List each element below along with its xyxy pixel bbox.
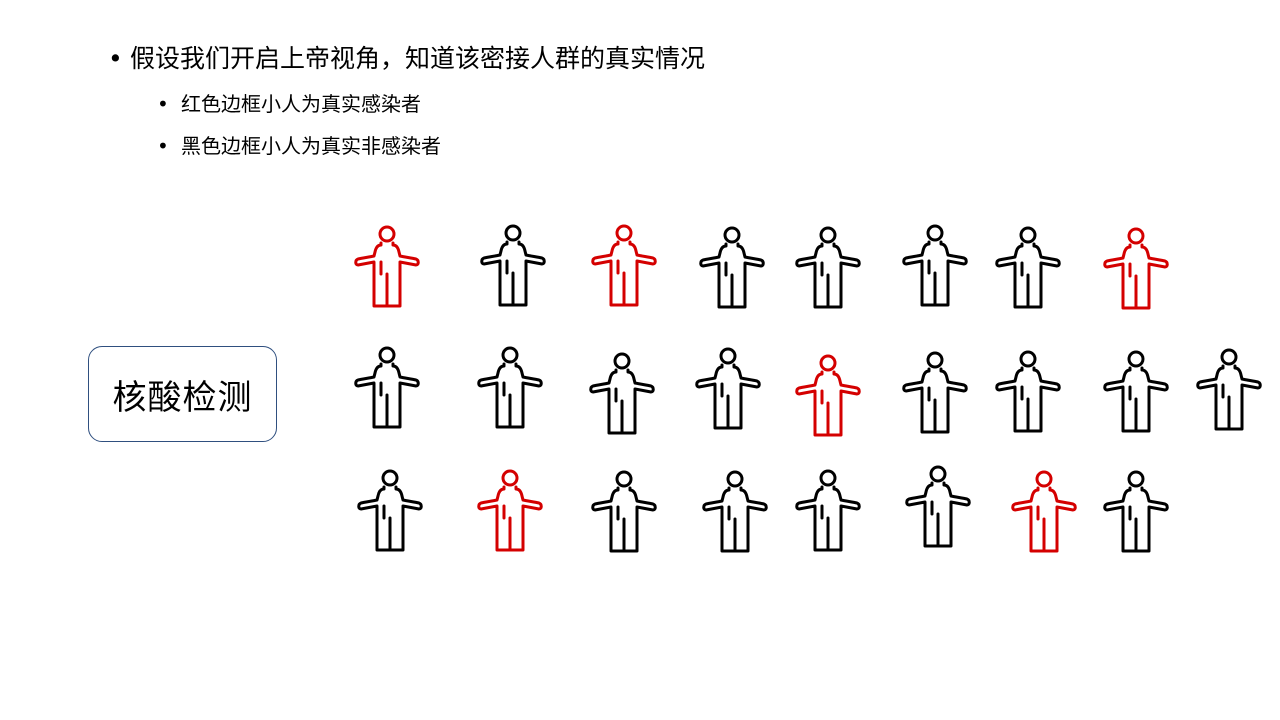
person-head [613, 352, 631, 370]
person-legs [930, 500, 940, 548]
person-icon-non-infected [1103, 350, 1169, 433]
person-head [615, 224, 633, 242]
person-head [819, 469, 837, 487]
person-legs [1128, 385, 1138, 433]
person-legs [820, 389, 830, 437]
person-legs [927, 386, 937, 434]
person-head [1035, 470, 1053, 488]
person-icon-infected [477, 469, 543, 552]
person-head [819, 226, 837, 244]
person-head [1019, 226, 1037, 244]
person-legs [927, 259, 937, 307]
person-icon-infected [354, 225, 420, 308]
person-legs [1128, 505, 1138, 553]
person-legs [502, 381, 512, 429]
person-legs [724, 261, 734, 309]
person-legs [820, 504, 830, 552]
person-icon-non-infected [1196, 348, 1262, 431]
person-icon-non-infected [902, 351, 968, 434]
person-legs [502, 504, 512, 552]
person-legs [1221, 383, 1231, 431]
person-legs [1020, 385, 1030, 433]
person-icon-non-infected [591, 470, 657, 553]
person-legs [616, 505, 626, 553]
person-legs [720, 382, 730, 430]
person-head [1220, 348, 1238, 366]
person-head [929, 465, 947, 483]
person-icon-non-infected [695, 347, 761, 430]
person-icon-non-infected [699, 226, 765, 309]
person-head [726, 470, 744, 488]
people-grid [354, 224, 1262, 553]
person-head [1127, 350, 1145, 368]
person-legs [1036, 505, 1046, 553]
person-icon-non-infected [589, 352, 655, 435]
person-legs [727, 505, 737, 553]
person-icon-non-infected [905, 465, 971, 548]
person-head [926, 351, 944, 369]
person-head [378, 225, 396, 243]
person-head [501, 346, 519, 364]
person-legs [505, 259, 515, 307]
person-icon-infected [795, 354, 861, 437]
person-head [504, 224, 522, 242]
person-head [378, 346, 396, 364]
person-head [1127, 470, 1145, 488]
person-head [723, 226, 741, 244]
person-icon-non-infected [702, 470, 768, 553]
person-legs [382, 504, 392, 552]
person-head [719, 347, 737, 365]
person-icon-non-infected [1103, 470, 1169, 553]
person-icon-non-infected [995, 350, 1061, 433]
person-icon-non-infected [902, 224, 968, 307]
person-head [819, 354, 837, 372]
person-icon-non-infected [480, 224, 546, 307]
person-legs [820, 261, 830, 309]
person-head [926, 224, 944, 242]
person-head [501, 469, 519, 487]
person-icon-non-infected [357, 469, 423, 552]
person-legs [379, 260, 389, 308]
person-head [1019, 350, 1037, 368]
person-icon-non-infected [795, 226, 861, 309]
person-legs [1020, 261, 1030, 309]
person-icon-non-infected [995, 226, 1061, 309]
person-icon-non-infected [354, 346, 420, 429]
person-icon-infected [1011, 470, 1077, 553]
person-legs [616, 259, 626, 307]
person-legs [1128, 262, 1138, 310]
person-head [615, 470, 633, 488]
person-head [381, 469, 399, 487]
person-icon-non-infected [477, 346, 543, 429]
person-icon-infected [591, 224, 657, 307]
person-legs [379, 381, 389, 429]
person-head [1127, 227, 1145, 245]
person-legs [614, 387, 624, 435]
person-icon-infected [1103, 227, 1169, 310]
person-icon-non-infected [795, 469, 861, 552]
